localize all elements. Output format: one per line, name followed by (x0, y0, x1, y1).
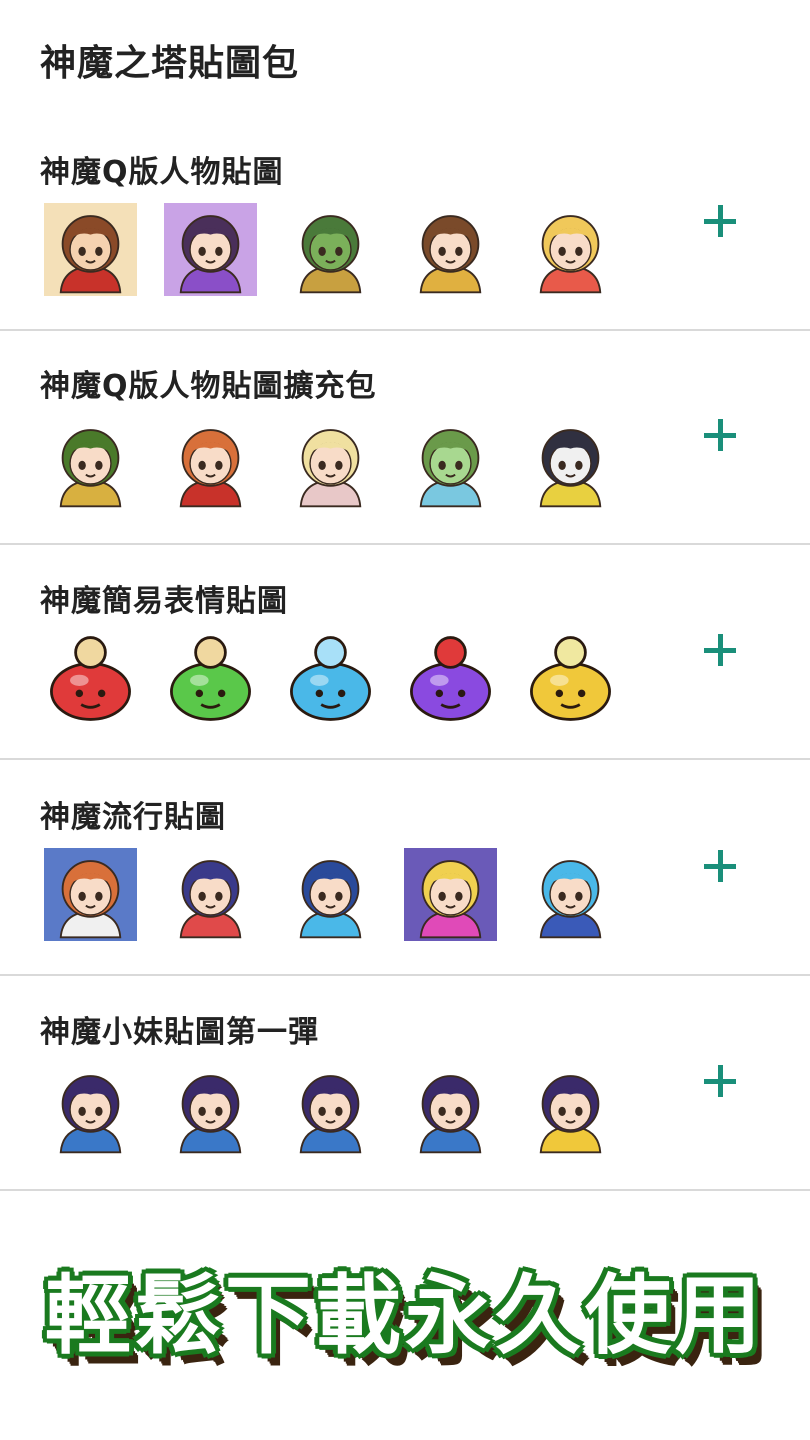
pack-title: 神魔流行貼圖 (40, 800, 226, 835)
sticker-preview-row (44, 848, 617, 941)
green-slime-o-icon (170, 636, 251, 721)
yellow-slime-halo-icon (530, 636, 611, 721)
page-title: 神魔之塔貼圖包 (40, 43, 300, 84)
red-slime-x-icon (50, 636, 131, 721)
chibi-green-beast-icon (404, 417, 497, 510)
chibi-dark-girl-icon (164, 203, 257, 296)
girl-surprised-icon (404, 1063, 497, 1156)
pack-title: 神魔簡易表情貼圖 (40, 584, 288, 619)
sticker-pack: 神魔簡易表情貼圖 (0, 546, 810, 760)
sticker-preview-row (44, 1063, 617, 1156)
chibi-princess-icon (404, 203, 497, 296)
chibi-blonde-girl-icon (524, 203, 617, 296)
purple-slime-angry-icon (410, 636, 491, 721)
sticker-pack: 神魔小妹貼圖第一彈 (0, 977, 810, 1191)
sticker-preview-row (44, 203, 617, 296)
purple-sleeping-icon (404, 848, 497, 941)
girl-glare-icon (44, 1063, 137, 1156)
girl-embarrassed-icon (284, 1063, 377, 1156)
chibi-white-beast-icon (524, 417, 617, 510)
horned-girl-sign-icon (44, 848, 137, 941)
chibi-nurse-girl-icon (284, 417, 377, 510)
add-pack-button[interactable] (690, 191, 750, 251)
chibi-redhead-girl-icon (164, 417, 257, 510)
sticker-pack: 神魔Q版人物貼圖 (0, 117, 810, 331)
sticker-preview-row (44, 417, 617, 510)
add-pack-button[interactable] (690, 1051, 750, 1111)
blue-slime-splash-icon (290, 636, 371, 721)
pack-title: 神魔Q版人物貼圖 (40, 155, 284, 190)
sticker-preview-row (44, 632, 617, 725)
pack-title: 神魔Q版人物貼圖擴充包 (40, 369, 377, 404)
girl-cheers-icon (524, 1063, 617, 1156)
sticker-pack: 神魔Q版人物貼圖擴充包 (0, 331, 810, 545)
add-pack-button[interactable] (690, 405, 750, 465)
sitting-blue-hair-icon (524, 848, 617, 941)
sticker-pack: 神魔流行貼圖 (0, 762, 810, 976)
add-pack-button[interactable] (690, 836, 750, 896)
chibi-hero-icon (44, 203, 137, 296)
chibi-green-warrior-icon (284, 203, 377, 296)
blue-hair-shout-icon (284, 848, 377, 941)
navy-hair-boy-icon (164, 848, 257, 941)
chibi-hooded-girl-icon (44, 417, 137, 510)
pack-title: 神魔小妹貼圖第一彈 (40, 1015, 319, 1050)
add-pack-button[interactable] (690, 620, 750, 680)
girl-scream-icon (164, 1063, 257, 1156)
promo-banner: 輕鬆下載永久使用 (45, 1266, 765, 1366)
